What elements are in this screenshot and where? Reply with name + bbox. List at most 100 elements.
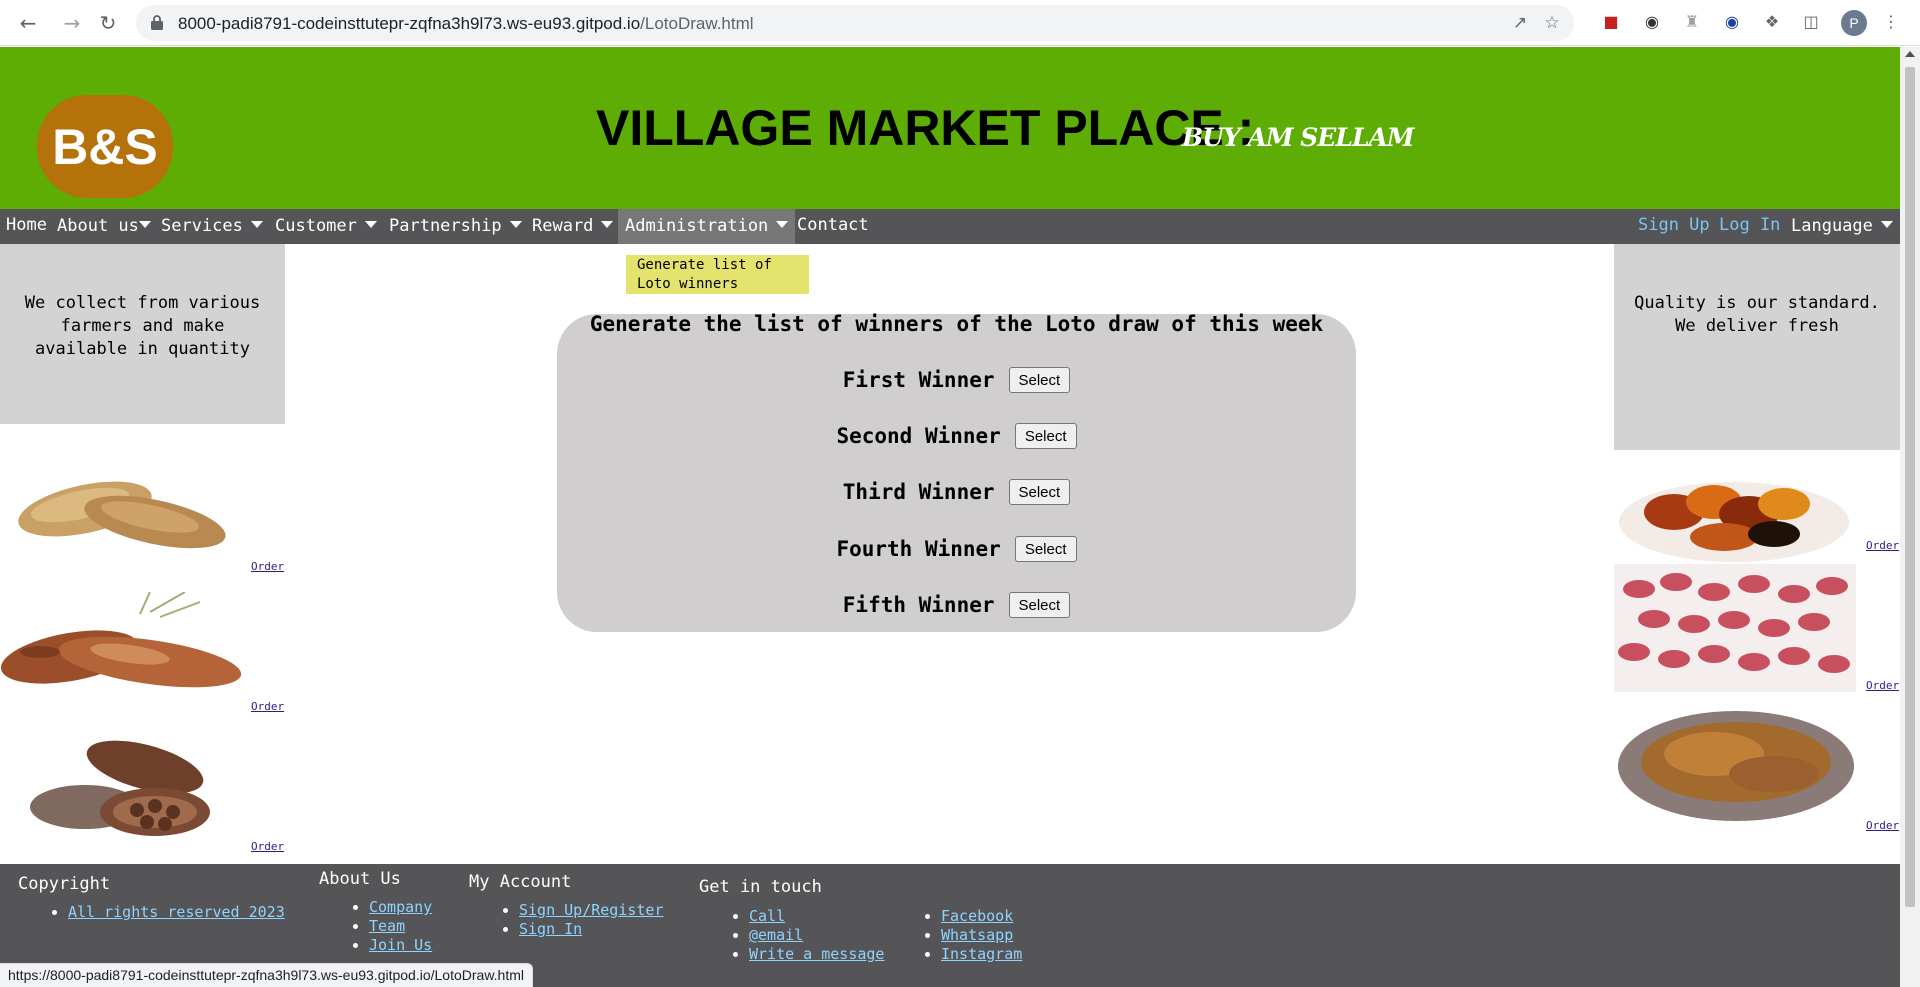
right-info-line: We deliver fresh bbox=[1675, 316, 1839, 336]
nav-contact[interactable]: Contact bbox=[797, 209, 869, 244]
left-info-line: We collect from various bbox=[24, 293, 261, 313]
footer-link-sign-up-register[interactable]: Sign Up/Register bbox=[519, 901, 664, 919]
winner-row-fourth: Fourth Winner Select bbox=[557, 536, 1356, 562]
footer-contact-list: Call @email Write a message bbox=[731, 907, 884, 964]
nav-partnership[interactable]: Partnership bbox=[389, 209, 522, 244]
chevron-down-icon bbox=[776, 220, 789, 228]
footer-link-sign-in[interactable]: Sign In bbox=[519, 920, 582, 938]
select-fifth-winner-button[interactable]: Select bbox=[1008, 592, 1071, 618]
back-icon[interactable]: ← bbox=[14, 9, 42, 37]
footer-account-heading: My Account bbox=[469, 872, 572, 892]
cocoa-image bbox=[30, 740, 210, 836]
sweet-potato-image bbox=[18, 481, 226, 549]
nav-sign-up[interactable]: Sign Up bbox=[1638, 209, 1710, 244]
loto-draw-panel bbox=[557, 314, 1356, 632]
footer-link-email[interactable]: @email bbox=[749, 926, 803, 944]
bookmark-star-icon[interactable]: ☆ bbox=[1542, 13, 1562, 33]
footer-about-list: Company Team Join Us bbox=[351, 898, 432, 955]
web-page: B&S VILLAGE MARKET PLACE : BUY AM SELLAM… bbox=[0, 47, 1900, 987]
left-info-line: available in quantity bbox=[35, 339, 250, 359]
footer-link-instagram[interactable]: Instagram bbox=[941, 945, 1022, 963]
nav-administration[interactable]: Administration bbox=[618, 209, 796, 244]
nav-reward[interactable]: Reward bbox=[532, 209, 614, 244]
winner-row-second: Second Winner Select bbox=[557, 423, 1356, 449]
url-text: 8000-padi8791-codeinsttutepr-zqfna3h9l73… bbox=[178, 14, 754, 33]
nav-customer[interactable]: Customer bbox=[275, 209, 377, 244]
red-beans-image bbox=[1614, 564, 1856, 692]
footer-contact-heading: Get in touch bbox=[699, 877, 822, 897]
select-third-winner-button[interactable]: Select bbox=[1008, 479, 1071, 505]
nav-about-us[interactable]: About us bbox=[57, 209, 151, 244]
footer-link[interactable]: All rights reserved 2023 bbox=[68, 903, 285, 921]
winner-label: Fifth Winner bbox=[842, 593, 995, 617]
left-info-line: farmers and make bbox=[60, 316, 225, 336]
dropdown-line: Generate list of bbox=[637, 257, 772, 273]
nav-home[interactable]: Home bbox=[6, 209, 47, 244]
chevron-down-icon bbox=[250, 220, 263, 228]
right-info-line: Quality is our standard. bbox=[1634, 293, 1880, 313]
order-link[interactable]: Order bbox=[1866, 819, 1899, 832]
extension-red-icon[interactable]: ■ bbox=[1600, 11, 1622, 33]
scroll-thumb[interactable] bbox=[1905, 67, 1915, 907]
nav-services[interactable]: Services bbox=[161, 209, 263, 244]
draw-title: Generate the list of winners of the Loto… bbox=[589, 312, 1324, 336]
footer-account-list: Sign Up/Register Sign In bbox=[501, 901, 664, 939]
yam-image bbox=[0, 592, 242, 688]
nav-language[interactable]: Language bbox=[1791, 209, 1893, 244]
palm-fruit-image bbox=[1619, 482, 1849, 562]
footer-link-join-us[interactable]: Join Us bbox=[369, 936, 432, 954]
lock-icon[interactable] bbox=[150, 14, 164, 30]
footer-link-company[interactable]: Company bbox=[369, 898, 432, 916]
share-icon[interactable]: ↗ bbox=[1510, 13, 1530, 33]
footer-link-facebook[interactable]: Facebook bbox=[941, 907, 1013, 925]
select-fourth-winner-button[interactable]: Select bbox=[1014, 536, 1077, 562]
browser-toolbar: ← → ↻ 8000-padi8791-codeinsttutepr-zqfna… bbox=[0, 0, 1920, 46]
footer-link-whatsapp[interactable]: Whatsapp bbox=[941, 926, 1013, 944]
scroll-up-icon[interactable] bbox=[1905, 51, 1915, 57]
order-link[interactable]: Order bbox=[1866, 539, 1899, 552]
forward-icon[interactable]: → bbox=[58, 9, 86, 37]
admin-dropdown-item[interactable]: Generate list of Loto winners bbox=[626, 255, 809, 294]
profile-avatar[interactable]: P bbox=[1841, 10, 1867, 36]
side-panel-icon[interactable]: ◫ bbox=[1800, 11, 1822, 33]
browser-menu-icon[interactable]: ⋮ bbox=[1880, 11, 1902, 33]
extension-shield-icon[interactable]: ♜ bbox=[1681, 11, 1703, 33]
reload-icon[interactable]: ↻ bbox=[94, 9, 122, 37]
extensions-puzzle-icon[interactable]: ❖ bbox=[1761, 11, 1783, 33]
footer-link-write-message[interactable]: Write a message bbox=[749, 945, 884, 963]
dropdown-line: Loto winners bbox=[637, 276, 739, 292]
winner-row-first: First Winner Select bbox=[557, 367, 1356, 393]
site-header: B&S VILLAGE MARKET PLACE : BUY AM SELLAM bbox=[0, 47, 1900, 209]
nav-log-in[interactable]: Log In bbox=[1719, 209, 1780, 244]
order-link[interactable]: Order bbox=[251, 840, 284, 853]
chevron-down-icon bbox=[364, 220, 377, 228]
order-link[interactable]: Order bbox=[251, 700, 284, 713]
footer-link-call[interactable]: Call bbox=[749, 907, 785, 925]
address-bar[interactable]: 8000-padi8791-codeinsttutepr-zqfna3h9l73… bbox=[136, 5, 1574, 41]
footer-copyright-list: All rights reserved 2023 bbox=[50, 903, 285, 922]
chevron-down-icon bbox=[1880, 220, 1893, 228]
left-info-box: We collect from various farmers and make… bbox=[0, 244, 285, 424]
chevron-down-icon bbox=[601, 220, 614, 228]
chevron-down-icon bbox=[509, 220, 522, 228]
page-scrollbar[interactable] bbox=[1900, 47, 1920, 987]
winner-row-fifth: Fifth Winner Select bbox=[557, 592, 1356, 618]
select-second-winner-button[interactable]: Select bbox=[1014, 423, 1077, 449]
site-logo[interactable]: B&S bbox=[37, 95, 173, 198]
site-title: VILLAGE MARKET PLACE : bbox=[596, 100, 1255, 156]
order-link[interactable]: Order bbox=[251, 560, 284, 573]
right-info-box: Quality is our standard. We deliver fres… bbox=[1614, 244, 1900, 450]
order-link[interactable]: Order bbox=[1866, 679, 1899, 692]
extension-glasses-icon[interactable]: ◉ bbox=[1641, 11, 1663, 33]
winner-label: Fourth Winner bbox=[836, 537, 1001, 561]
winner-label: First Winner bbox=[842, 368, 995, 392]
main-navbar: Home About us Services Customer Partners… bbox=[0, 209, 1900, 244]
footer-link-team[interactable]: Team bbox=[369, 917, 405, 935]
select-first-winner-button[interactable]: Select bbox=[1008, 367, 1071, 393]
extension-globe-icon[interactable]: ◉ bbox=[1721, 11, 1743, 33]
footer-about-heading: About Us bbox=[319, 869, 401, 889]
coffee-beans-image bbox=[1618, 711, 1854, 821]
link-status-bar: https://8000-padi8791-codeinsttutepr-zqf… bbox=[0, 963, 533, 987]
winner-row-third: Third Winner Select bbox=[557, 479, 1356, 505]
chevron-down-icon bbox=[138, 220, 151, 228]
